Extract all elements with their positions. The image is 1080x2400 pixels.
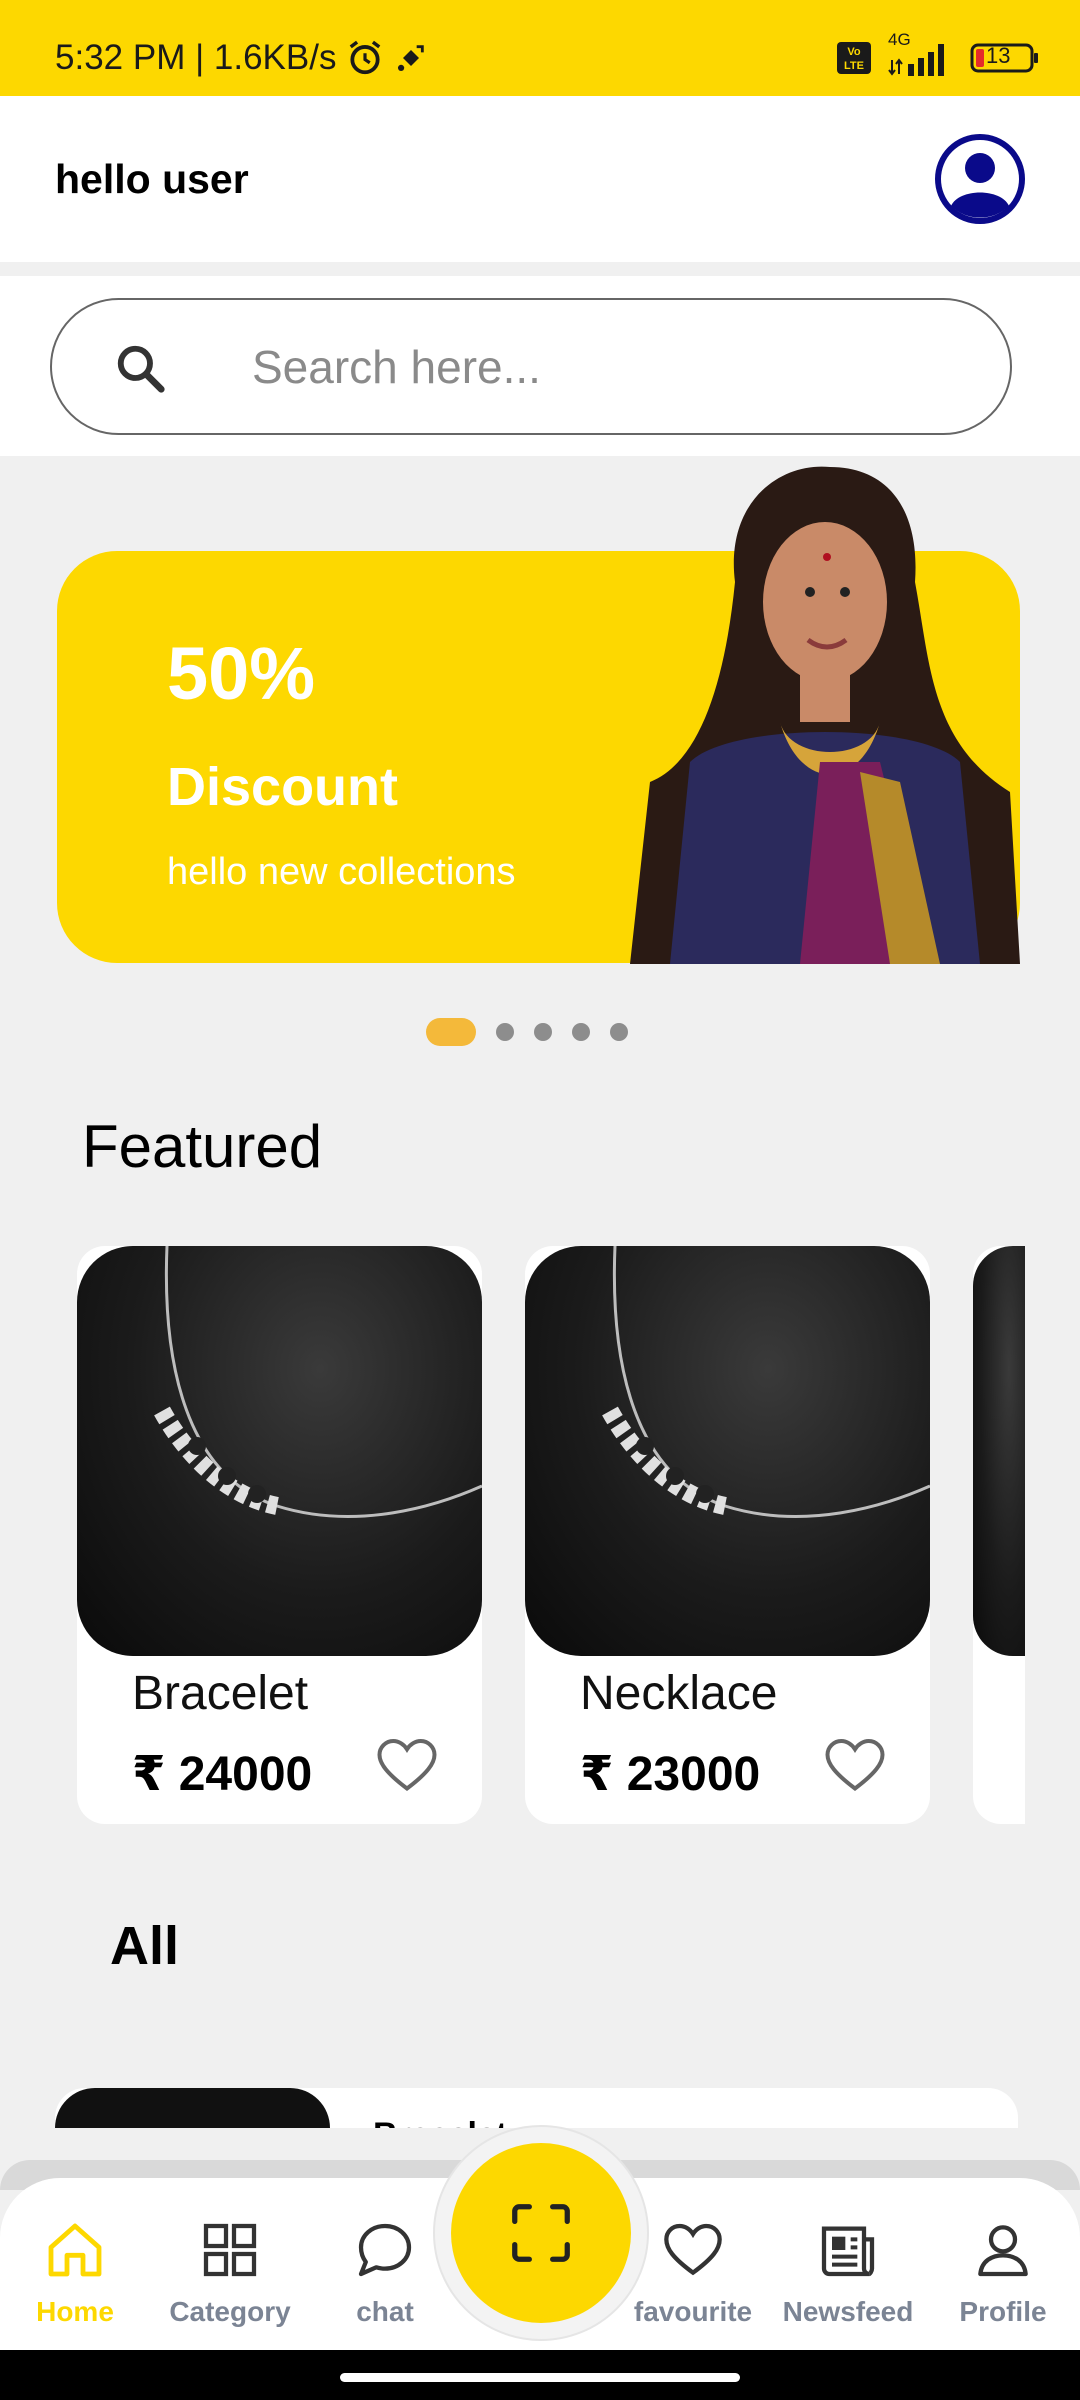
nav-profile-label: Profile <box>959 2296 1047 2327</box>
carousel-dot[interactable] <box>610 1023 628 1041</box>
search-section <box>0 276 1080 456</box>
banner-title: Discount <box>167 757 399 817</box>
scan-button[interactable] <box>451 2143 631 2323</box>
product-name: Bracelet <box>132 1667 309 1720</box>
heart-icon[interactable] <box>825 1738 885 1794</box>
home-gesture-pill[interactable] <box>340 2373 740 2382</box>
product-image <box>973 1246 1025 1656</box>
product-price: ₹ 24000 <box>132 1748 313 1801</box>
banner-subtitle: hello new collections <box>167 851 516 893</box>
nav-chat-label: chat <box>356 2296 414 2327</box>
nav-category-label: Category <box>169 2296 291 2327</box>
product-card[interactable]: Bracelet ₹ 24000 <box>77 1246 482 1824</box>
home-icon <box>48 2223 102 2277</box>
carousel-indicator <box>426 1018 628 1046</box>
status-bar: 5:32 PM | 1.6KB/s Vo LTE 4G 13 <box>0 0 1080 96</box>
list-item-name: Bracelet <box>373 2116 507 2128</box>
banner-percent: 50% <box>167 632 316 715</box>
heart-icon[interactable] <box>377 1738 437 1794</box>
carousel-dot[interactable] <box>496 1023 514 1041</box>
battery-icon: 13 <box>970 42 1040 74</box>
nav-home-label: Home <box>36 2296 114 2327</box>
status-left: 5:32 PM | 1.6KB/s <box>55 38 428 78</box>
volte-icon: Vo LTE <box>837 42 871 74</box>
product-price: ₹ 23000 <box>580 1748 761 1801</box>
status-time-speed: 5:32 PM | 1.6KB/s <box>55 38 337 77</box>
battery-level: 13 <box>986 43 1011 68</box>
search-input[interactable] <box>252 300 952 433</box>
product-image <box>525 1246 930 1656</box>
status-right: Vo LTE 4G 13 <box>836 30 1040 78</box>
product-card-partial[interactable] <box>973 1246 1025 1824</box>
svg-text:Vo: Vo <box>847 46 861 58</box>
nav-category[interactable]: Category <box>155 2218 305 2328</box>
banner-model-image <box>630 466 1020 964</box>
carousel-dot-active[interactable] <box>426 1018 476 1046</box>
greeting-text: hello user <box>55 156 249 202</box>
search-bar[interactable] <box>50 298 1012 435</box>
nav-profile[interactable]: Profile <box>928 2218 1078 2328</box>
product-card[interactable]: Necklace ₹ 23000 <box>525 1246 930 1824</box>
heart-icon <box>664 2223 722 2276</box>
grid-icon <box>203 2223 257 2277</box>
carousel-dot[interactable] <box>572 1023 590 1041</box>
all-heading: All <box>110 1916 180 1976</box>
list-item[interactable]: Bracelet <box>55 2088 1018 2128</box>
nav-newsfeed[interactable]: Newsfeed <box>773 2218 923 2328</box>
newspaper-icon <box>821 2226 875 2277</box>
scan-button-ring <box>433 2125 649 2341</box>
system-navigation-bar <box>0 2350 1080 2400</box>
signal-icon: 4G <box>886 30 956 78</box>
app-header: hello user <box>0 96 1080 262</box>
scan-icon <box>512 2204 570 2262</box>
product-image <box>77 1246 482 1656</box>
product-name: Necklace <box>580 1667 778 1720</box>
list-item-image <box>55 2088 330 2128</box>
profile-avatar-icon[interactable] <box>935 134 1025 224</box>
carousel-dot[interactable] <box>534 1023 552 1041</box>
nav-favourite-label: favourite <box>633 2296 753 2327</box>
nav-newsfeed-label: Newsfeed <box>782 2296 914 2327</box>
featured-heading: Featured <box>82 1113 323 1180</box>
search-icon <box>117 345 165 393</box>
nav-home[interactable]: Home <box>0 2218 150 2328</box>
chat-icon <box>358 2223 412 2277</box>
person-icon <box>978 2225 1028 2277</box>
alarm-icon <box>350 40 381 75</box>
svg-text:LTE: LTE <box>844 60 864 72</box>
satellite-icon <box>398 45 425 72</box>
